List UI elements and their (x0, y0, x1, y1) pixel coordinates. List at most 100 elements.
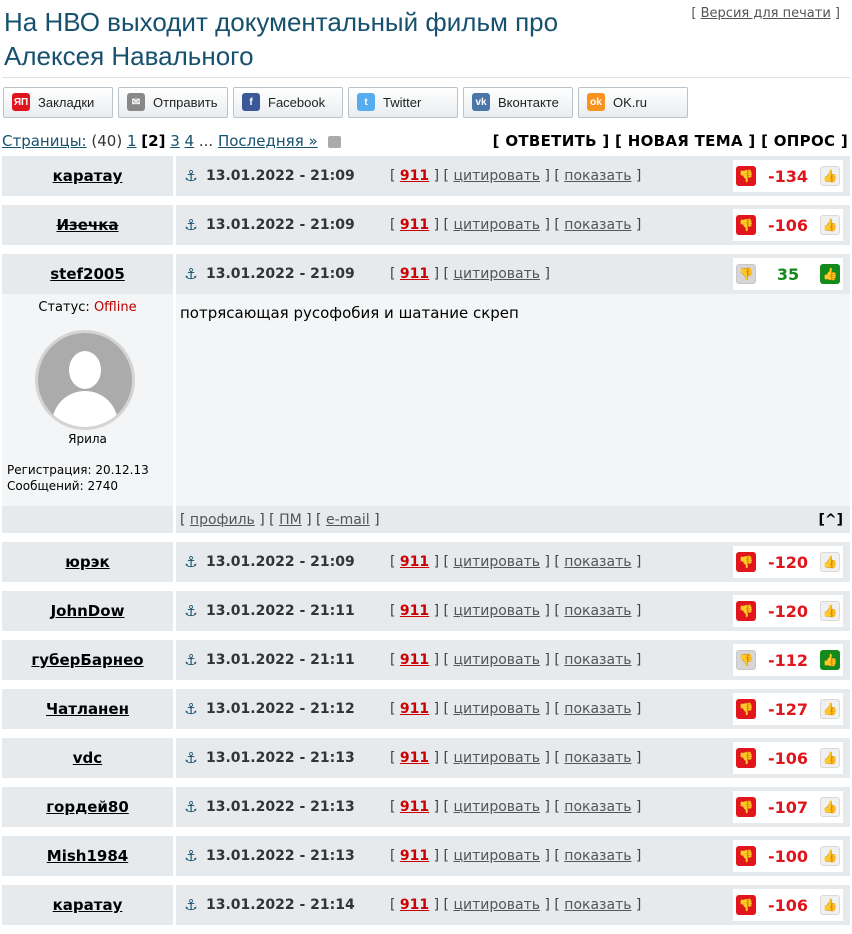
author-link[interactable]: vdc (73, 749, 102, 767)
author-link[interactable]: губерБарнео (31, 651, 143, 669)
author-link[interactable]: гордей80 (46, 798, 129, 816)
show-link[interactable]: показать (564, 701, 631, 717)
anchor-icon[interactable]: ⚓ (180, 167, 202, 185)
poll-button[interactable]: [ ОПРОС ] (761, 132, 848, 150)
email-link[interactable]: e-mail (326, 512, 370, 528)
anchor-icon[interactable]: ⚓ (180, 216, 202, 234)
pages-label[interactable]: Страницы: (2, 132, 87, 150)
post-number-link[interactable]: 911 (400, 217, 429, 233)
scroll-top-button[interactable]: [^] (818, 512, 843, 528)
thumb-up-icon[interactable]: 👍 (820, 650, 840, 670)
show-link[interactable]: показать (564, 217, 631, 233)
post-number-link[interactable]: 911 (400, 554, 429, 570)
post-number-link[interactable]: 911 (400, 652, 429, 668)
post-number-link[interactable]: 911 (400, 750, 429, 766)
profile-link[interactable]: профиль (190, 512, 255, 528)
show-link[interactable]: показать (564, 799, 631, 815)
thumb-down-icon[interactable]: 👎 (736, 166, 756, 186)
thumb-up-icon[interactable]: 👍 (820, 601, 840, 621)
anchor-icon[interactable]: ⚓ (180, 798, 202, 816)
page-last-link[interactable]: Последняя » (218, 132, 318, 150)
thumb-up-icon[interactable]: 👍 (820, 166, 840, 186)
quote-link[interactable]: цитировать (453, 217, 540, 233)
author-link[interactable]: Чатланен (46, 700, 129, 718)
show-link[interactable]: показать (564, 168, 631, 184)
new-topic-button[interactable]: [ НОВАЯ ТЕМА ] (615, 132, 756, 150)
author-link[interactable]: Mish1984 (47, 847, 128, 865)
share-button-mail[interactable]: ✉ Отправить (118, 86, 228, 118)
anchor-icon[interactable]: ⚓ (180, 265, 202, 283)
author-link[interactable]: каратау (53, 896, 123, 914)
post-number-link[interactable]: 911 (400, 799, 429, 815)
page-link-3[interactable]: 3 (170, 132, 180, 150)
show-link[interactable]: показать (564, 652, 631, 668)
page-link-1[interactable]: 1 (127, 132, 137, 150)
show-link[interactable]: показать (564, 848, 631, 864)
post-number-link[interactable]: 911 (400, 168, 429, 184)
share-button-vk[interactable]: vk Вконтакте (463, 86, 573, 118)
quote-link[interactable]: цитировать (453, 554, 540, 570)
thumb-down-icon[interactable]: 👎 (736, 895, 756, 915)
post-number-link[interactable]: 911 (400, 897, 429, 913)
page-link-4[interactable]: 4 (185, 132, 195, 150)
post-number-link[interactable]: 911 (400, 848, 429, 864)
thumb-up-icon[interactable]: 👍 (820, 264, 840, 284)
show-link[interactable]: показать (564, 750, 631, 766)
thumb-up-icon[interactable]: 👍 (820, 699, 840, 719)
share-button-ok[interactable]: ok OK.ru (578, 86, 688, 118)
anchor-icon[interactable]: ⚓ (180, 700, 202, 718)
show-link[interactable]: показать (564, 897, 631, 913)
post-number-link[interactable]: 911 (400, 701, 429, 717)
thumb-down-icon[interactable]: 👎 (736, 552, 756, 572)
quote-link[interactable]: цитировать (453, 897, 540, 913)
share-button-ya[interactable]: ЯП Закладки (3, 86, 113, 118)
page-jump-icon[interactable] (328, 135, 342, 148)
print-version-link[interactable]: Версия для печати (701, 6, 831, 21)
thumb-down-icon[interactable]: 👎 (736, 264, 756, 284)
anchor-icon[interactable]: ⚓ (180, 651, 202, 669)
post-number-link[interactable]: 911 (400, 603, 429, 619)
thumb-down-icon[interactable]: 👎 (736, 650, 756, 670)
show-link[interactable]: показать (564, 554, 631, 570)
thumb-up-icon[interactable]: 👍 (820, 846, 840, 866)
anchor-icon[interactable]: ⚓ (180, 847, 202, 865)
quote-link[interactable]: цитировать (453, 848, 540, 864)
quote-link[interactable]: цитировать (453, 603, 540, 619)
thumb-down-icon[interactable]: 👎 (736, 699, 756, 719)
quote-link[interactable]: цитировать (453, 266, 540, 282)
quote-link[interactable]: цитировать (453, 652, 540, 668)
share-button-twitter[interactable]: t Twitter (348, 86, 458, 118)
thumb-up-icon[interactable]: 👍 (820, 552, 840, 572)
thumb-down-icon[interactable]: 👎 (736, 748, 756, 768)
author-link[interactable]: stef2005 (50, 265, 125, 283)
show-link[interactable]: показать (564, 603, 631, 619)
author-link[interactable]: каратау (53, 167, 123, 185)
pm-link[interactable]: ПМ (279, 512, 302, 528)
quote-link[interactable]: цитировать (453, 799, 540, 815)
thumb-down-icon[interactable]: 👎 (736, 215, 756, 235)
share-button-facebook[interactable]: f Facebook (233, 86, 343, 118)
author-link[interactable]: Изечка (56, 216, 118, 234)
quote-link[interactable]: цитировать (453, 168, 540, 184)
rating-score: -107 (767, 797, 809, 817)
anchor-icon[interactable]: ⚓ (180, 602, 202, 620)
reply-button[interactable]: [ ОТВЕТИТЬ ] (493, 132, 610, 150)
post-number-link[interactable]: 911 (400, 266, 429, 282)
thumb-down-icon[interactable]: 👎 (736, 846, 756, 866)
author-link[interactable]: JohnDow (51, 602, 125, 620)
quote-link[interactable]: цитировать (453, 701, 540, 717)
author-link[interactable]: юрэк (65, 553, 109, 571)
thumb-up-icon[interactable]: 👍 (820, 748, 840, 768)
thumb-down-icon[interactable]: 👎 (736, 797, 756, 817)
anchor-icon[interactable]: ⚓ (180, 896, 202, 914)
thumb-up-icon[interactable]: 👍 (820, 895, 840, 915)
quote-link[interactable]: цитировать (453, 750, 540, 766)
thumb-up-icon[interactable]: 👍 (820, 215, 840, 235)
thumb-down-icon[interactable]: 👎 (736, 601, 756, 621)
avatar[interactable] (35, 330, 135, 430)
anchor-icon[interactable]: ⚓ (180, 553, 202, 571)
thumb-up-icon[interactable]: 👍 (820, 797, 840, 817)
anchor-icon[interactable]: ⚓ (180, 749, 202, 767)
status-value: Offline (93, 300, 137, 315)
page-current-number: 2 (148, 132, 159, 150)
